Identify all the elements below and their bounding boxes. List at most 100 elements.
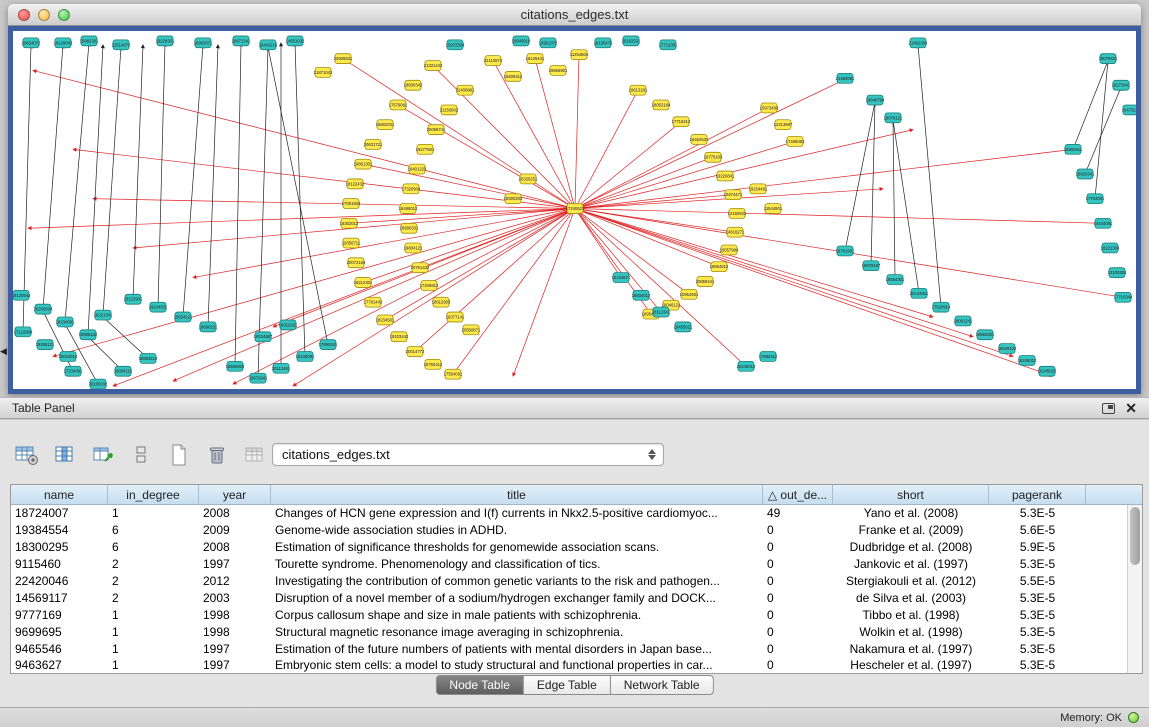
network-edge[interactable]	[133, 45, 143, 299]
table-cell[interactable]: 5.6E-5	[989, 523, 1086, 537]
network-node[interactable]: 18300202	[504, 194, 523, 204]
network-node[interactable]: 19455021	[674, 322, 693, 332]
network-edge[interactable]	[893, 120, 919, 294]
table-cell[interactable]: 18300295	[11, 540, 108, 554]
network-node[interactable]: 15134571	[612, 273, 631, 283]
network-edge[interactable]	[575, 209, 621, 278]
table-cell[interactable]: 2	[108, 591, 199, 605]
network-node[interactable]: 18679197	[862, 261, 881, 271]
network-node[interactable]: 16462531	[690, 135, 709, 145]
network-edge[interactable]	[235, 43, 241, 366]
network-node[interactable]: 16820341	[1076, 169, 1095, 179]
network-edge[interactable]	[453, 209, 575, 375]
table-cell[interactable]: 2012	[199, 574, 271, 588]
network-node[interactable]: 20072184	[347, 258, 366, 268]
table-row[interactable]: 911546021997Tourette syndrome. Phenomeno…	[11, 556, 1127, 573]
network-edge[interactable]	[363, 209, 575, 283]
table-cell[interactable]: 1998	[199, 608, 271, 622]
table-cell[interactable]: 18724007	[11, 506, 108, 520]
table-cell[interactable]: 0	[763, 642, 833, 656]
network-edge[interactable]	[295, 43, 305, 357]
network-edge[interactable]	[575, 130, 913, 209]
table-cell[interactable]: 9699695	[11, 625, 108, 639]
network-node[interactable]: 16473212	[1122, 105, 1136, 115]
network-node[interactable]: 20245012	[737, 361, 756, 371]
network-node[interactable]: 19234987	[254, 332, 273, 342]
network-node[interactable]: 19804121	[404, 243, 423, 253]
network-node[interactable]: 20165032	[89, 379, 108, 389]
table-cell[interactable]: 49	[763, 506, 833, 520]
table-cell[interactable]: 0	[763, 625, 833, 639]
network-edge[interactable]	[398, 105, 575, 209]
network-node[interactable]: 20162531	[622, 36, 641, 46]
table-cell[interactable]: Franke et al. (2009)	[833, 523, 989, 537]
network-edge[interactable]	[349, 209, 575, 224]
network-node[interactable]: 21150902	[440, 105, 459, 115]
table-cell[interactable]: Genome-wide association studies in ADHD.	[271, 523, 763, 537]
table-settings-icon[interactable]	[14, 443, 40, 467]
network-edge[interactable]	[575, 90, 638, 208]
column-header-out_de[interactable]: △ out_de...	[763, 485, 833, 504]
network-edge[interactable]	[575, 209, 689, 295]
network-edge[interactable]	[493, 61, 575, 209]
table-cell[interactable]: 5.3E-5	[989, 591, 1086, 605]
table-cell[interactable]: 5.3E-5	[989, 642, 1086, 656]
table-cell[interactable]: 1997	[199, 658, 271, 672]
table-cell[interactable]: 1998	[199, 625, 271, 639]
network-node[interactable]: 20015912	[59, 352, 78, 362]
network-node[interactable]: 18990331	[400, 223, 419, 233]
table-cell[interactable]: 5.3E-5	[989, 506, 1086, 520]
table-row[interactable]: 1938455462009Genome-wide association stu…	[11, 522, 1127, 539]
network-node[interactable]: 16221341	[94, 310, 113, 320]
network-node[interactable]: 10973493	[760, 103, 779, 113]
network-node[interactable]: 20260504	[34, 304, 53, 314]
tab-node-table[interactable]: Node Table	[435, 675, 524, 695]
network-node[interactable]: 14616271	[726, 227, 745, 237]
network-node[interactable]: 15654121	[174, 312, 193, 322]
tab-network-table[interactable]: Network Table	[611, 675, 714, 695]
network-edge[interactable]	[575, 209, 719, 267]
table-row[interactable]: 2242004622012Investigating the contribut…	[11, 573, 1127, 590]
table-cell[interactable]: Estimation of significance thresholds fo…	[271, 540, 763, 554]
network-node[interactable]: 17081504	[342, 199, 361, 209]
column-header-title[interactable]: title	[271, 485, 763, 504]
table-cell[interactable]: 1	[108, 625, 199, 639]
network-edge[interactable]	[1085, 87, 1121, 174]
network-node[interactable]: 19884301	[976, 330, 995, 340]
network-graph[interactable]: 1724062121331442186003421757908116802031…	[13, 31, 1136, 389]
table-cell[interactable]: 1997	[199, 642, 271, 656]
network-edge[interactable]	[233, 209, 575, 385]
network-node[interactable]: 19557984	[720, 245, 739, 255]
network-node[interactable]: 21871042	[314, 67, 333, 77]
network-edge[interactable]	[433, 66, 575, 209]
network-edge[interactable]	[535, 59, 575, 209]
network-node[interactable]: 18012931	[279, 320, 298, 330]
table-cell[interactable]: 0	[763, 557, 833, 571]
network-node[interactable]: 18245012	[1018, 355, 1037, 365]
network-edge[interactable]	[845, 102, 875, 251]
table-cell[interactable]: Stergiakouli et al. (2012)	[833, 574, 989, 588]
network-edge[interactable]	[415, 209, 575, 352]
network-edge[interactable]	[103, 317, 148, 358]
network-node[interactable]: 17710344	[1114, 292, 1133, 302]
table-cell[interactable]: 5.3E-5	[989, 557, 1086, 571]
network-node[interactable]: 18129043	[54, 38, 73, 48]
network-node[interactable]: 19356711	[342, 238, 361, 248]
network-node[interactable]: 16488012	[399, 204, 418, 214]
table-cell[interactable]: 0	[763, 523, 833, 537]
table-cell[interactable]: 6	[108, 540, 199, 554]
table-cell[interactable]: 9115460	[11, 557, 108, 571]
network-node[interactable]: 21514872	[112, 40, 131, 50]
table-cell[interactable]: 9465546	[11, 642, 108, 656]
network-node[interactable]: 17485083	[786, 137, 805, 147]
delete-table-icon[interactable]	[204, 443, 230, 467]
table-cell[interactable]: Jankovic et al. (1997)	[833, 557, 989, 571]
network-node[interactable]: 18122901	[124, 294, 143, 304]
network-node[interactable]: 16802031	[376, 120, 395, 130]
table-row[interactable]: 1830029562008Estimation of significance …	[11, 539, 1127, 556]
network-node[interactable]: 18130475	[594, 38, 613, 48]
network-edge[interactable]	[1095, 61, 1108, 199]
network-node[interactable]: 20761432	[411, 263, 430, 273]
table-cell[interactable]: Corpus callosum shape and size in male p…	[271, 608, 763, 622]
network-node[interactable]: 17712091	[659, 40, 678, 50]
